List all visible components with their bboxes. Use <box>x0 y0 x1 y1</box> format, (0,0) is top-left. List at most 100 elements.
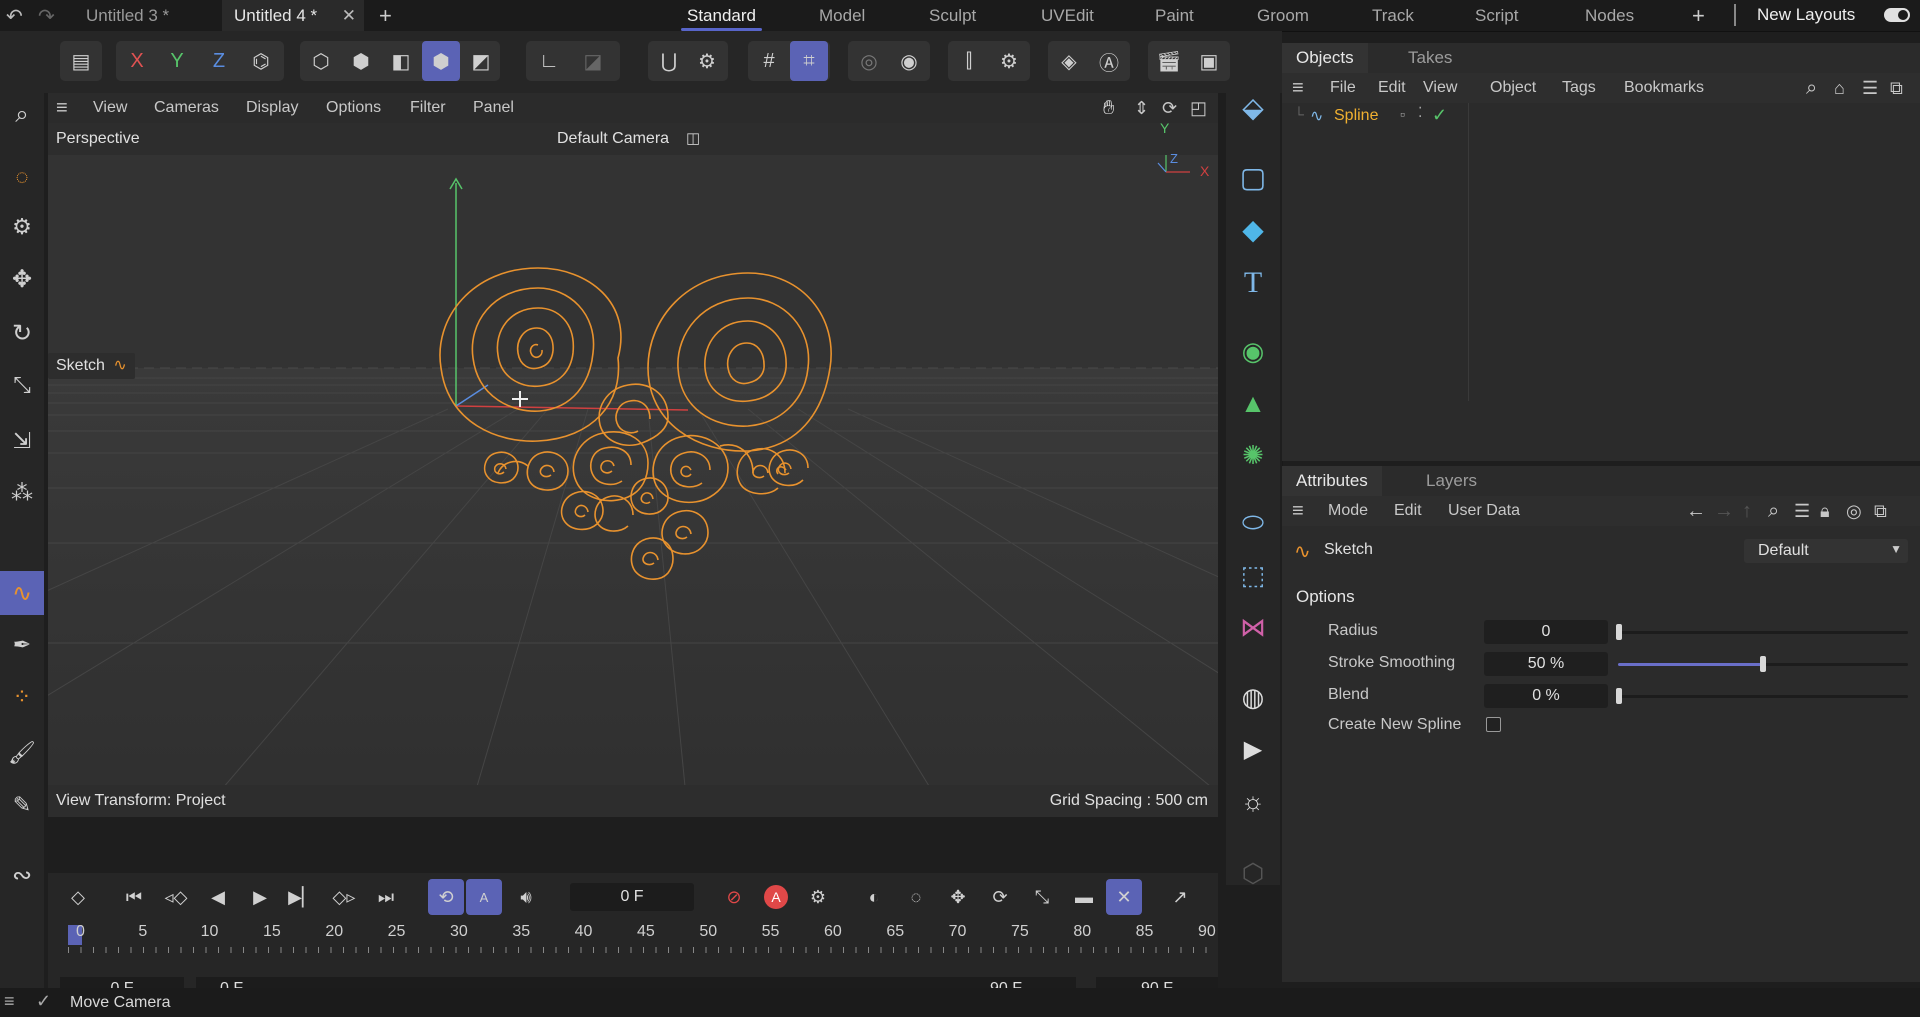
render-view-icon[interactable]: 🎬︎ <box>1150 41 1188 81</box>
symmetry-settings-icon[interactable]: ⚙ <box>990 41 1028 81</box>
f-curve-icon[interactable]: ↗ <box>1162 879 1198 915</box>
sound-icon[interactable]: 🔊︎ <box>508 879 544 915</box>
projection-label[interactable]: Perspective <box>56 130 140 148</box>
previous-frame-icon[interactable]: ◀ <box>200 879 236 915</box>
radius-slider-knob[interactable] <box>1616 624 1622 640</box>
object-name[interactable]: Spline <box>1334 107 1378 125</box>
filter-icon[interactable]: ☰ <box>1794 496 1810 526</box>
cube-icon[interactable]: ◆ <box>1231 207 1275 251</box>
generator-icon[interactable]: ◉ <box>1231 329 1275 373</box>
layout-tab-sculpt[interactable]: Sculpt <box>929 0 976 31</box>
undo-icon[interactable]: ↶ <box>6 4 23 29</box>
blend-slider-knob[interactable] <box>1616 688 1622 704</box>
workplane-snap-icon[interactable]: ⌗ <box>790 41 828 81</box>
key-param-icon[interactable]: ▬ <box>1066 879 1102 915</box>
keyframe-icon[interactable]: ◇ <box>60 879 96 915</box>
text-spline-icon[interactable]: T <box>1231 261 1275 305</box>
radius-slider[interactable] <box>1618 631 1908 634</box>
previous-key-icon[interactable]: ◃◇ <box>158 879 194 915</box>
model-mode-icon[interactable]: ⬢ <box>422 41 460 81</box>
x-axis-lock-button[interactable]: X <box>118 41 156 81</box>
y-axis-lock-button[interactable]: Y <box>158 41 196 81</box>
scene-node-icon[interactable]: ⋈ <box>1231 605 1275 649</box>
viewport-menu-options[interactable]: Options <box>326 93 381 123</box>
visibility-dots-icon[interactable]: ⁚ <box>1418 104 1422 121</box>
live-selection-icon[interactable]: ◌ <box>0 155 44 199</box>
pan-hand-icon[interactable]: ✋︎ <box>1103 93 1114 123</box>
edges-mode-icon[interactable]: ⬢ <box>342 41 380 81</box>
current-frame-field[interactable]: 0 F <box>570 883 694 911</box>
move-icon[interactable]: ✥ <box>0 257 44 301</box>
up-arrow-icon[interactable]: ↑ <box>1742 496 1752 526</box>
object-row-spline[interactable]: └ ∿ Spline ▫ ⁚ ✓ <box>1282 104 1468 130</box>
next-key-icon[interactable]: ◇▹ <box>326 879 362 915</box>
tag-icon[interactable]: ⬡ <box>1231 851 1275 895</box>
fps-icon[interactable]: A <box>466 879 502 915</box>
layout-tab-nodes[interactable]: Nodes <box>1585 0 1634 31</box>
redo-icon[interactable]: ↷ <box>38 4 55 29</box>
viewport-menu-view[interactable]: View <box>93 93 127 123</box>
selection-tools-icon[interactable]: ⚙ <box>0 205 44 249</box>
pen-icon[interactable]: ✎ <box>0 783 44 827</box>
key-scale-icon[interactable]: ⤡ <box>1024 879 1060 915</box>
mograph-cloner-icon[interactable]: ▲ <box>1231 381 1275 425</box>
hamburger-menu-icon[interactable]: ≡ <box>1292 73 1304 103</box>
texture-mode-icon[interactable]: ◪ <box>574 41 612 81</box>
auto-key-icon[interactable]: Ⓐ <box>1090 41 1128 81</box>
camera-icon[interactable]: ▶ <box>1231 727 1275 771</box>
add-layout-icon[interactable]: + <box>1692 3 1705 29</box>
key-position-icon[interactable]: ◐ <box>856 879 892 915</box>
sketch-tool-icon[interactable]: ∿ <box>0 571 44 615</box>
timeline-ruler[interactable]: 0 5 10 15 20 25 30 35 40 45 50 55 60 65 70 75 80 85 90 <box>68 921 1216 955</box>
tab-layers[interactable]: Layers <box>1412 466 1491 496</box>
soft-selection-icon[interactable]: ◎ <box>850 41 888 81</box>
field-icon[interactable]: ⬭ <box>1231 501 1275 545</box>
key-pla-icon[interactable]: ✕ <box>1106 879 1142 915</box>
new-window-icon[interactable]: ⧉ <box>1890 73 1903 103</box>
next-frame-icon[interactable]: ▶▏ <box>284 879 320 915</box>
editor-visibility-icon[interactable]: ▫ <box>1400 106 1405 122</box>
target-icon[interactable]: ◎ <box>1846 496 1862 526</box>
grid-snap-icon[interactable]: # <box>750 41 788 81</box>
blend-field[interactable]: 0 % <box>1484 684 1608 708</box>
axis-mode-icon[interactable]: ∟ <box>530 41 568 81</box>
viewport-menu-filter[interactable]: Filter <box>410 93 446 123</box>
symmetry-icon[interactable]: ⫿ <box>950 41 988 81</box>
record-icon[interactable]: ⊘ <box>716 879 752 915</box>
attributes-menu-user-data[interactable]: User Data <box>1448 496 1520 526</box>
viewport[interactable]: Perspective Default Camera ◫ Y Z X Sketc… <box>48 123 1218 817</box>
tool-hud[interactable]: Sketch ∿ <box>48 353 135 379</box>
objects-menu-view[interactable]: View <box>1423 73 1457 103</box>
preset-dropdown[interactable]: Default ▼ <box>1744 539 1908 563</box>
go-to-start-icon[interactable]: ⏮ <box>116 879 152 915</box>
blend-slider[interactable] <box>1618 695 1908 698</box>
maximize-view-icon[interactable]: ◰ <box>1190 93 1207 123</box>
camera-object-icon[interactable]: ⬚ <box>1231 553 1275 597</box>
document-tab-untitled-3[interactable]: Untitled 3 * <box>74 0 224 31</box>
environment-icon[interactable]: ◍ <box>1231 675 1275 719</box>
back-arrow-icon[interactable]: ← <box>1686 496 1706 526</box>
orbit-icon[interactable]: ⟳ <box>1162 93 1177 123</box>
layout-tab-groom[interactable]: Groom <box>1257 0 1309 31</box>
layout-tab-standard[interactable]: Standard <box>681 0 762 31</box>
camera-label[interactable]: Default Camera <box>557 130 669 148</box>
layout-tab-track[interactable]: Track <box>1372 0 1414 31</box>
new-window-icon[interactable]: ⧉ <box>1874 496 1887 526</box>
hamburger-menu-icon[interactable]: ≡ <box>56 93 68 123</box>
rotate-icon[interactable]: ↻ <box>0 311 44 355</box>
home-icon[interactable]: ⌂ <box>1834 73 1845 103</box>
uv-mode-icon[interactable]: ◩ <box>462 41 500 81</box>
objects-menu-file[interactable]: File <box>1330 73 1356 103</box>
objects-menu-edit[interactable]: Edit <box>1378 73 1406 103</box>
deformer-icon[interactable]: ✺ <box>1231 433 1275 477</box>
transfer-icon[interactable]: ⇲ <box>0 419 44 463</box>
forward-arrow-icon[interactable]: → <box>1714 496 1734 526</box>
spline-smooth-icon[interactable]: ∾ <box>0 853 44 897</box>
tab-takes[interactable]: Takes <box>1394 43 1466 73</box>
search-icon[interactable]: ⌕ <box>0 93 44 137</box>
coordinate-system-icon[interactable]: ⌬ <box>242 41 280 81</box>
snap-settings-icon[interactable]: ⚙ <box>688 41 726 81</box>
objects-menu-object[interactable]: Object <box>1490 73 1536 103</box>
stroke-smoothing-field[interactable]: 50 % <box>1484 652 1608 676</box>
light-icon[interactable]: ☼ <box>1231 779 1275 823</box>
